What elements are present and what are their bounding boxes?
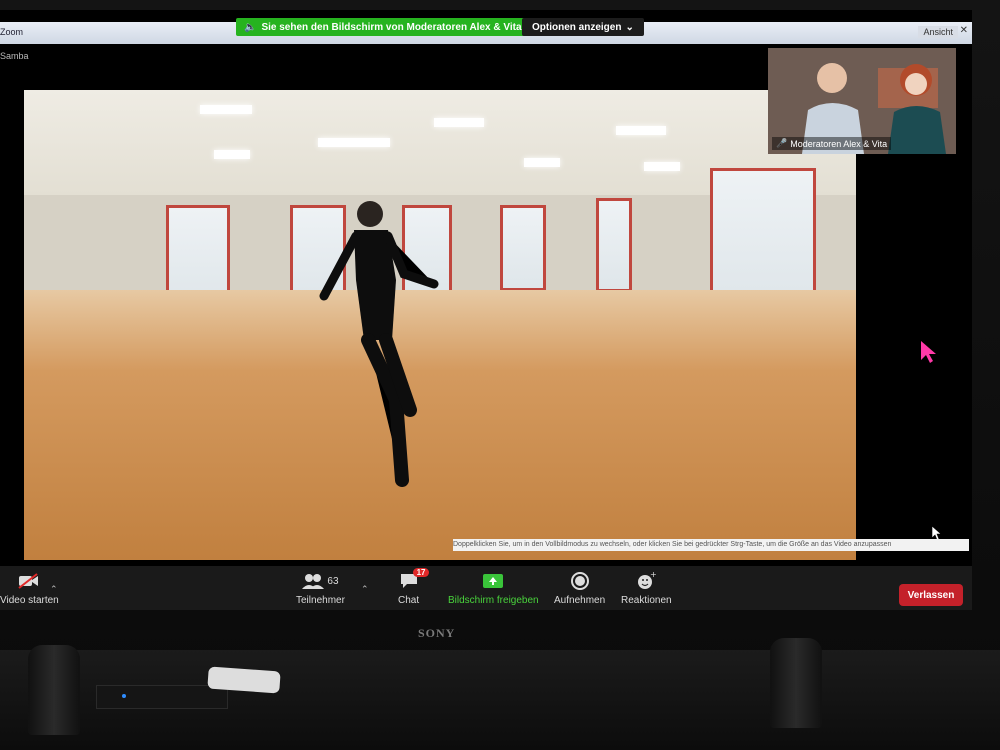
ceiling-light xyxy=(616,126,666,135)
chat-unread-badge: 17 xyxy=(412,568,430,577)
ceiling-light xyxy=(644,162,680,171)
set-top-box xyxy=(96,685,228,709)
chat-icon: 17 xyxy=(399,568,430,592)
ceiling-light xyxy=(524,158,560,167)
emoji-icon: + xyxy=(636,570,656,592)
window-app-title: Zoom xyxy=(0,27,24,37)
view-options-button[interactable]: Optionen anzeigen ⌄ xyxy=(522,18,644,36)
record-button[interactable]: Aufnehmen xyxy=(554,570,605,606)
start-video-label: Video starten xyxy=(0,595,59,606)
speaker-icon: 🔈 xyxy=(244,21,257,33)
participants-label: Teilnehmer xyxy=(296,595,345,606)
presenter-video-tile[interactable]: 🎤 Moderatoren Alex & Vita xyxy=(768,48,956,154)
ceiling-light xyxy=(200,105,252,114)
dancer-figure xyxy=(319,201,439,487)
video-options-caret[interactable]: ⌃ xyxy=(50,584,58,595)
leave-button[interactable]: Verlassen xyxy=(899,584,963,606)
share-screen-icon xyxy=(482,570,504,592)
participants-options-caret[interactable]: ⌃ xyxy=(361,584,369,595)
share-screen-label: Bildschirm freigeben xyxy=(448,595,539,606)
participants-count: 63 xyxy=(327,575,339,587)
ceiling-light xyxy=(214,150,250,159)
chat-button[interactable]: 17 Chat xyxy=(398,568,430,606)
close-icon[interactable]: ✕ xyxy=(960,25,968,36)
view-options-label: Optionen anzeigen xyxy=(532,21,622,33)
right-speaker xyxy=(770,638,822,728)
meeting-toolbar: Video starten ⌃ 63 Teilnehmer ⌃ 17 Chat … xyxy=(0,566,972,610)
hall-window xyxy=(500,205,546,291)
reactions-label: Reaktionen xyxy=(621,595,672,606)
mic-muted-icon: 🎤 xyxy=(776,138,788,148)
share-screen-button[interactable]: Bildschirm freigeben xyxy=(448,570,539,606)
camera-off-icon xyxy=(17,570,41,592)
shared-window-title: Samba xyxy=(0,51,29,61)
chevron-down-icon: ⌄ xyxy=(625,21,634,33)
reactions-button[interactable]: + Reaktionen xyxy=(621,570,672,606)
presenter-name: Moderatoren Alex & Vita xyxy=(790,138,888,149)
fullscreen-hint: Doppelklicken Sie, um in den Vollbildmod… xyxy=(453,539,969,551)
participants-button[interactable]: 63 Teilnehmer xyxy=(296,570,345,606)
hall-window xyxy=(710,168,816,304)
chat-label: Chat xyxy=(398,595,420,606)
record-label: Aufnehmen xyxy=(554,595,606,606)
svg-text:+: + xyxy=(650,571,656,579)
remote-pointer-icon xyxy=(921,341,936,363)
ceiling-light xyxy=(318,138,390,147)
zoom-screen: Zoom Ansicht ✕ 🔈 Sie sehen den Bildschir… xyxy=(0,10,972,610)
presenter-name-label: 🎤 Moderatoren Alex & Vita xyxy=(772,137,892,150)
left-speaker xyxy=(28,645,80,735)
share-banner-text: Sie sehen den Bildschirm von Moderatoren… xyxy=(261,21,522,33)
participants-icon: 63 xyxy=(302,570,339,592)
shared-screen-video[interactable] xyxy=(24,90,856,560)
power-led xyxy=(122,694,126,698)
screen-share-banner: 🔈 Sie sehen den Bildschirm von Moderator… xyxy=(236,18,530,36)
ceiling-light xyxy=(434,118,484,127)
record-icon xyxy=(570,570,590,592)
tv-brand-logo: SONY xyxy=(418,626,456,640)
view-button[interactable]: Ansicht xyxy=(918,26,958,38)
hall-window xyxy=(596,198,632,292)
